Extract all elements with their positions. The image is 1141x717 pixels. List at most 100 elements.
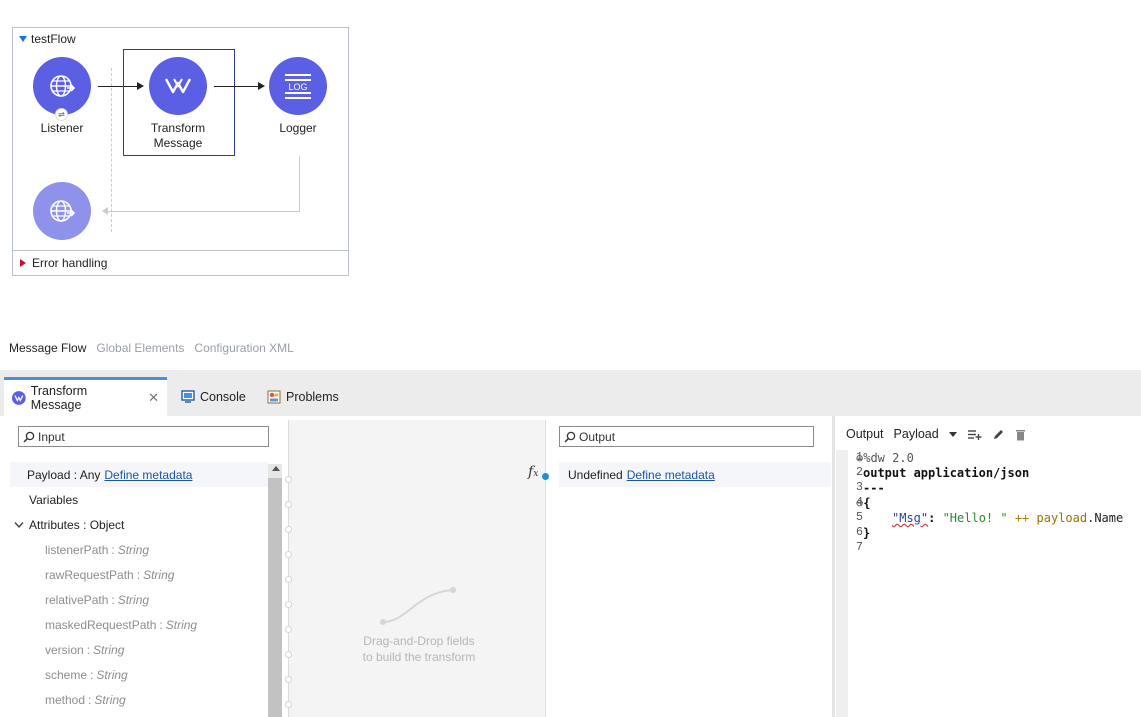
tree-row-field[interactable]: relativePath: String bbox=[10, 587, 149, 612]
chevron-down-icon[interactable] bbox=[14, 521, 24, 529]
code-text: --- bbox=[863, 481, 885, 495]
tree-row-field[interactable]: listenerPath: String bbox=[10, 537, 149, 562]
fx-icon[interactable]: 𝑓x bbox=[528, 464, 538, 480]
tree-row-field[interactable]: rawRequestPath: String bbox=[10, 562, 174, 587]
tab-message-flow[interactable]: Message Flow bbox=[9, 341, 86, 355]
tab-console[interactable]: Console bbox=[173, 377, 254, 416]
mapping-anchor-dot[interactable] bbox=[285, 676, 292, 683]
code-line[interactable]: 1 ⊖ %dw 2.0 bbox=[836, 451, 914, 466]
output-root-row[interactable]: Undefined Define metadata bbox=[559, 462, 831, 487]
tab-global-elements[interactable]: Global Elements bbox=[96, 341, 184, 355]
tree-row-field[interactable]: maskedRequestPath: String bbox=[10, 612, 197, 637]
tab-problems[interactable]: Problems bbox=[259, 377, 347, 416]
field-type: String bbox=[117, 592, 150, 607]
add-list-icon[interactable] bbox=[967, 428, 982, 440]
transform-icon bbox=[12, 391, 26, 405]
code-line[interactable]: 6 } bbox=[836, 526, 870, 541]
tree-row-variables[interactable]: Variables bbox=[10, 487, 78, 512]
panel-tab-bar: Transform Message ✕ Console Problems bbox=[0, 370, 1141, 416]
line-number: 5 bbox=[856, 511, 863, 524]
mapping-anchor-dot[interactable] bbox=[285, 501, 292, 508]
mapping-canvas[interactable]: Drag-and-Drop fields to build the transf… bbox=[285, 420, 546, 717]
field-separator: : bbox=[111, 542, 115, 557]
tree-row-payload[interactable]: Payload : Any Define metadata bbox=[10, 462, 268, 487]
payload-selector[interactable]: Payload bbox=[894, 427, 939, 441]
tree-row-field[interactable]: method: String bbox=[10, 687, 126, 712]
field-separator: : bbox=[111, 592, 115, 607]
output-anchor-dot[interactable] bbox=[542, 473, 549, 480]
transform-label-line2: Message bbox=[153, 136, 203, 150]
close-icon[interactable]: ✕ bbox=[148, 390, 159, 406]
code-text: output application/json bbox=[863, 466, 1030, 480]
code-rest: .Name bbox=[1087, 511, 1124, 525]
transform-node[interactable] bbox=[149, 57, 207, 115]
tree-row-field[interactable]: version: String bbox=[10, 637, 124, 662]
input-scrollbar-thumb[interactable] bbox=[268, 478, 282, 717]
field-separator: : bbox=[90, 667, 94, 682]
code-line[interactable]: 2 output application/json bbox=[836, 466, 1029, 481]
listener-label: Listener bbox=[40, 121, 84, 135]
flow-container[interactable]: testFlow ⇌ Listener Transform Message LO… bbox=[12, 27, 349, 276]
field-name: rawRequestPath bbox=[45, 567, 134, 582]
logger-node[interactable]: LOG bbox=[269, 57, 327, 115]
field-type: String bbox=[94, 692, 126, 707]
mapping-anchor-dot[interactable] bbox=[285, 476, 292, 483]
source-divider bbox=[111, 68, 112, 232]
script-toolbar: Output Payload bbox=[836, 422, 1141, 446]
editor-view-tabs: Message Flow Global Elements Configurati… bbox=[9, 341, 294, 355]
output-undefined-label: Undefined bbox=[568, 467, 623, 482]
field-name: method bbox=[45, 692, 86, 707]
field-type: String bbox=[96, 667, 128, 682]
flow-canvas: testFlow ⇌ Listener Transform Message LO… bbox=[0, 0, 1141, 370]
code-line[interactable]: 7 bbox=[836, 541, 863, 556]
globe-icon bbox=[50, 200, 76, 222]
scroll-up-arrow-icon[interactable] bbox=[272, 466, 280, 471]
error-handling-row[interactable]: Error handling bbox=[13, 250, 348, 275]
collapse-triangle-icon[interactable] bbox=[19, 36, 27, 42]
expand-triangle-icon[interactable] bbox=[20, 259, 26, 267]
tab-transform-message[interactable]: Transform Message ✕ bbox=[4, 377, 167, 416]
mapping-anchor-dot[interactable] bbox=[285, 526, 292, 533]
code-text: { bbox=[863, 496, 871, 510]
define-metadata-link[interactable]: Define metadata bbox=[104, 468, 192, 482]
output-search-field[interactable]: Output bbox=[559, 426, 814, 447]
code-keyword: payload bbox=[1036, 511, 1088, 525]
code-line[interactable]: 3 --- bbox=[836, 481, 885, 496]
code-key: "Msg" bbox=[892, 511, 929, 525]
code-string: "Hello! " bbox=[942, 511, 1008, 525]
mapping-anchor-dot[interactable] bbox=[285, 626, 292, 633]
field-separator: : bbox=[136, 567, 141, 582]
drag-drop-hint: Drag-and-Drop fields to build the transf… bbox=[349, 633, 489, 665]
field-name: maskedRequestPath bbox=[45, 617, 157, 632]
tree-row-attributes[interactable]: Attributes : Object bbox=[10, 512, 124, 537]
pane-splitter[interactable] bbox=[832, 416, 835, 717]
mapping-anchor-dot[interactable] bbox=[285, 701, 292, 708]
field-name: scheme bbox=[45, 667, 88, 682]
transform-label: Transform Message bbox=[133, 121, 223, 151]
code-line[interactable]: 5 "Msg" : "Hello! " ++ payload .Name bbox=[836, 511, 1123, 526]
mapping-anchor-dot[interactable] bbox=[285, 651, 292, 658]
tab-configuration-xml[interactable]: Configuration XML bbox=[194, 341, 293, 355]
line-number: 7 bbox=[856, 541, 863, 554]
fold-icon[interactable]: ⊖ bbox=[856, 496, 863, 511]
pencil-icon[interactable] bbox=[992, 428, 1005, 441]
code-line[interactable]: 4 ⊖{ bbox=[836, 496, 870, 511]
output-pane: 𝑓x Output Undefined Define metadata bbox=[528, 416, 832, 717]
script-editor-pane: Output Payload 1 ⊖ %dw 2.0 2 output appl… bbox=[836, 416, 1141, 717]
chevron-down-icon[interactable] bbox=[948, 431, 957, 437]
mapping-anchor-dot[interactable] bbox=[285, 601, 292, 608]
trash-icon[interactable] bbox=[1015, 428, 1026, 441]
mapping-anchor-dot[interactable] bbox=[285, 551, 292, 558]
transform-label-line1: Transform bbox=[150, 121, 206, 135]
listener-node[interactable] bbox=[33, 57, 91, 115]
tree-row-field[interactable]: scheme: String bbox=[10, 662, 128, 687]
mapping-anchor-dot[interactable] bbox=[285, 576, 292, 583]
output-define-metadata-link[interactable]: Define metadata bbox=[627, 468, 715, 482]
line-number: 6 bbox=[856, 526, 863, 539]
flow-header[interactable]: testFlow bbox=[19, 32, 76, 46]
input-search-field[interactable]: Input bbox=[18, 426, 269, 447]
log-icon: LOG bbox=[285, 74, 311, 99]
listener-response-node[interactable] bbox=[33, 182, 91, 240]
fold-icon[interactable]: ⊖ bbox=[856, 451, 863, 466]
line-number: 2 bbox=[856, 466, 863, 479]
